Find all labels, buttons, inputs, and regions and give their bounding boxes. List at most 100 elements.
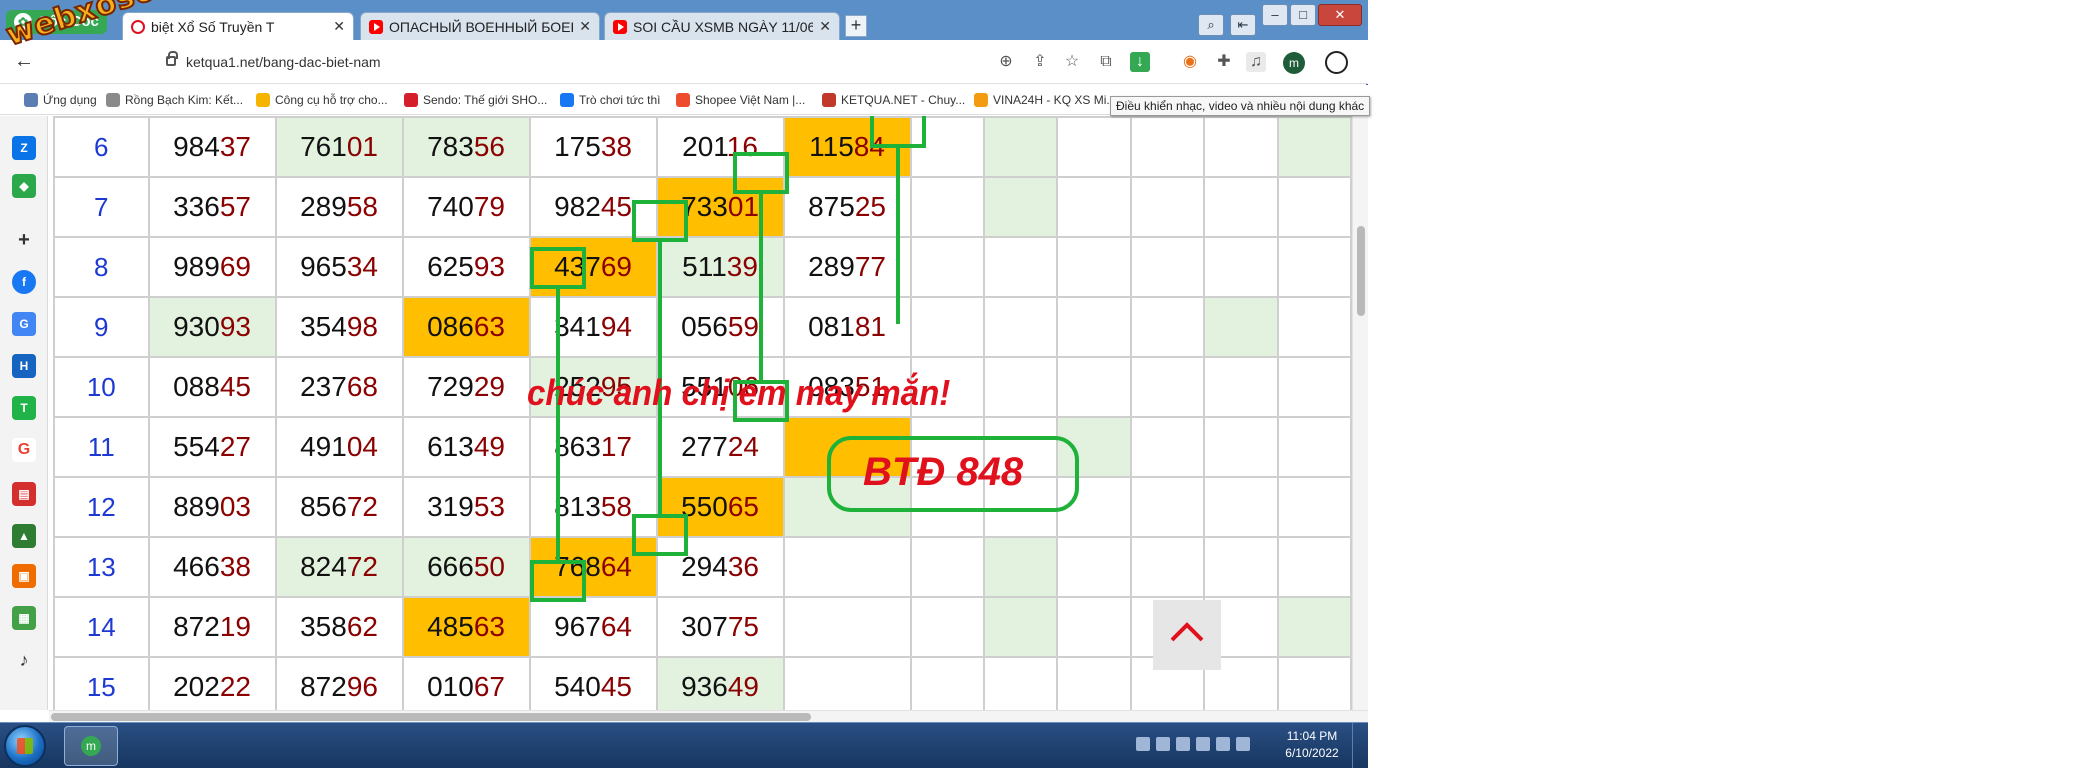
tray-network-icon[interactable]	[1176, 737, 1190, 751]
empty-cell	[982, 656, 1059, 710]
tab-close-icon[interactable]: ✕	[579, 18, 591, 35]
show-desktop-button[interactable]	[1352, 723, 1368, 768]
account-circle-icon[interactable]	[1325, 51, 1348, 74]
tab-title: biệt Xổ Số Truyền T	[151, 18, 275, 35]
result-cell: 33657	[147, 176, 277, 238]
share-icon[interactable]: ⇪	[1030, 52, 1050, 72]
result-tail-digits: 72	[346, 491, 378, 522]
result-tail-digits: 69	[600, 251, 632, 282]
taskbar-clock[interactable]: 11:04 PM 6/10/2022	[1282, 728, 1342, 762]
result-head-digits: 511	[682, 251, 727, 282]
result-tail-digits: 04	[346, 431, 378, 462]
education-icon[interactable]: ▲	[12, 524, 36, 548]
prediction-label: BTĐ 848	[863, 450, 1024, 494]
notification-bell-icon[interactable]: ♪	[12, 648, 36, 672]
result-head-digits: 613	[427, 431, 474, 462]
bookmark-rong-bach-kim[interactable]: Rồng Bạch Kim: Kết...	[106, 91, 243, 109]
games-controller-icon[interactable]: ◆	[12, 174, 36, 198]
profile-avatar[interactable]: m	[1283, 52, 1305, 74]
horizontal-scrollbar[interactable]	[49, 710, 1368, 722]
hotel-app-icon[interactable]: H	[12, 354, 36, 378]
zoom-icon[interactable]: ⊕	[996, 52, 1016, 72]
close-window-button[interactable]: ✕	[1318, 4, 1362, 26]
result-tail-digits: 96	[346, 671, 378, 702]
result-cell: 87296	[274, 656, 404, 710]
result-head-digits: 824	[300, 551, 347, 582]
scroll-to-top-button[interactable]	[1153, 600, 1221, 670]
new-tab-button[interactable]: +	[845, 15, 867, 37]
shopping-icon[interactable]: ▣	[12, 564, 36, 588]
google-icon[interactable]: G	[12, 438, 36, 462]
result-tail-digits: 17	[600, 431, 632, 462]
result-cell: 51139	[655, 236, 785, 298]
translate-app-icon[interactable]: G	[12, 312, 36, 336]
tray-display-icon[interactable]	[1216, 737, 1230, 751]
tab-youtube-military[interactable]: ОПАСНЫЙ ВОЕННЫЙ БОЕВ ✕	[360, 12, 600, 40]
bookmark-ketqua-net[interactable]: KETQUA.NET - Chuy...	[822, 91, 965, 109]
empty-cell	[1129, 356, 1206, 418]
scrollbar-thumb[interactable]	[1357, 226, 1365, 316]
tab-youtube-soicau[interactable]: SOI CẦU XSMB NGÀY 11/06 ✕	[604, 12, 840, 40]
bookmark-cong-cu[interactable]: Công cụ hỗ trợ cho...	[256, 91, 388, 109]
result-tail-digits: 98	[346, 311, 378, 342]
bookmark-sendo[interactable]: Sendo: Thế giới SHO...	[404, 91, 547, 109]
result-head-digits: 294	[681, 551, 728, 582]
tray-volume-icon[interactable]	[1196, 737, 1210, 751]
result-tail-digits: 49	[473, 431, 505, 462]
result-tail-digits: 79	[473, 191, 505, 222]
taskbar-coccoc-app[interactable]	[64, 726, 118, 766]
result-head-digits: 307	[681, 611, 728, 642]
zalo-icon[interactable]: Z	[12, 136, 36, 160]
empty-cell	[1203, 356, 1279, 418]
tray-language-icon[interactable]	[1236, 737, 1250, 751]
extension-rainbow-icon[interactable]: ◉	[1180, 52, 1200, 72]
result-head-digits: 237	[300, 371, 347, 402]
media-control-tooltip: Điều khiển nhạc, video và nhiều nội dung…	[1110, 96, 1371, 116]
url-field[interactable]: ketqua1.net/bang-dac-biet-nam	[160, 48, 960, 76]
result-tail-digits: 81	[854, 311, 886, 342]
tiki-app-icon[interactable]: T	[12, 396, 36, 420]
start-button[interactable]	[4, 725, 46, 767]
translate-icon[interactable]: ⧉	[1096, 52, 1116, 72]
result-tail-digits: 29	[473, 371, 505, 402]
result-tail-digits: 63	[473, 311, 505, 342]
vertical-scrollbar[interactable]	[1352, 116, 1368, 710]
spreadsheet-icon[interactable]: ▦	[12, 606, 36, 630]
download-icon[interactable]: ↓	[1130, 52, 1150, 72]
tray-app-icon[interactable]	[1136, 737, 1150, 751]
result-cell: 01067	[401, 656, 531, 710]
result-cell: 86317	[528, 416, 658, 478]
add-app-icon[interactable]: +	[12, 228, 36, 252]
row-number: 13	[53, 536, 150, 598]
result-cell: 17538	[528, 116, 658, 178]
maximize-button[interactable]: □	[1290, 4, 1316, 26]
scrollbar-thumb[interactable]	[51, 713, 811, 721]
calendar-icon[interactable]: ▤	[12, 482, 36, 506]
tab-close-icon[interactable]: ✕	[819, 18, 831, 35]
result-head-digits: 354	[300, 311, 347, 342]
bookmark-apps[interactable]: Ứng dụng	[24, 91, 97, 109]
result-head-digits: 466	[173, 551, 220, 582]
result-cell: 27724	[655, 416, 785, 478]
result-cell: 43769	[528, 236, 658, 298]
extensions-puzzle-icon[interactable]: ✚	[1214, 52, 1234, 72]
bookmark-label: Công cụ hỗ trợ cho...	[275, 93, 388, 107]
media-control-icon[interactable]: ♫	[1246, 52, 1266, 72]
lock-icon[interactable]	[166, 51, 178, 66]
empty-cell	[1129, 176, 1206, 238]
facebook-icon[interactable]: f	[12, 270, 36, 294]
tray-flag-icon[interactable]	[1156, 737, 1170, 751]
tab-close-icon[interactable]: ✕	[333, 18, 345, 35]
bookmark-shopee[interactable]: Shopee Việt Nam |...	[676, 91, 805, 109]
tab-ketqua[interactable]: biệt Xổ Số Truyền T ✕	[122, 12, 354, 40]
result-head-digits: 863	[554, 431, 601, 462]
minimize-button[interactable]: –	[1262, 4, 1288, 26]
bookmark-vina24h[interactable]: VINA24H - KQ XS Mi...	[974, 91, 1116, 109]
sidebar-toggle-icon[interactable]: ⇤	[1230, 14, 1256, 36]
bookmark-label: Rồng Bạch Kim: Kết...	[125, 93, 244, 107]
bookmark-tro-choi[interactable]: Trò chơi tức thì	[560, 91, 660, 109]
tab-search-icon[interactable]: ⌕	[1198, 14, 1224, 36]
bookmark-star-icon[interactable]: ☆	[1062, 52, 1082, 72]
back-arrow-icon[interactable]: ←	[14, 50, 34, 73]
row-number: 11	[53, 416, 150, 478]
